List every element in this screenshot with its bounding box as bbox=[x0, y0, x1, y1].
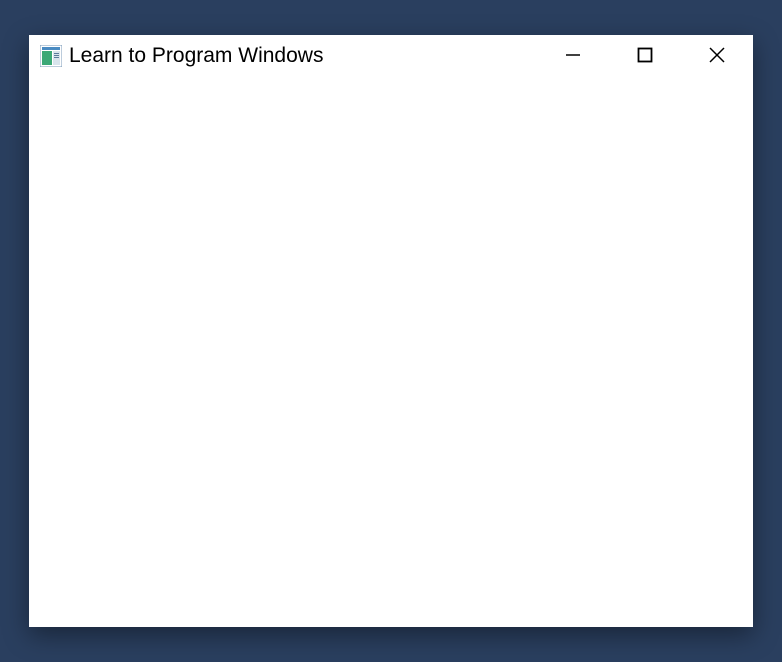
minimize-icon bbox=[565, 47, 581, 66]
close-icon bbox=[709, 47, 725, 66]
close-button[interactable] bbox=[681, 35, 753, 77]
window-title: Learn to Program Windows bbox=[69, 44, 323, 68]
maximize-icon bbox=[637, 47, 653, 66]
titlebar-left: Learn to Program Windows bbox=[29, 44, 537, 68]
titlebar[interactable]: Learn to Program Windows bbox=[29, 35, 753, 77]
titlebar-controls bbox=[537, 35, 753, 77]
maximize-button[interactable] bbox=[609, 35, 681, 77]
app-icon bbox=[39, 44, 63, 68]
minimize-button[interactable] bbox=[537, 35, 609, 77]
application-window: Learn to Program Windows bbox=[29, 35, 753, 627]
client-area bbox=[29, 77, 753, 627]
